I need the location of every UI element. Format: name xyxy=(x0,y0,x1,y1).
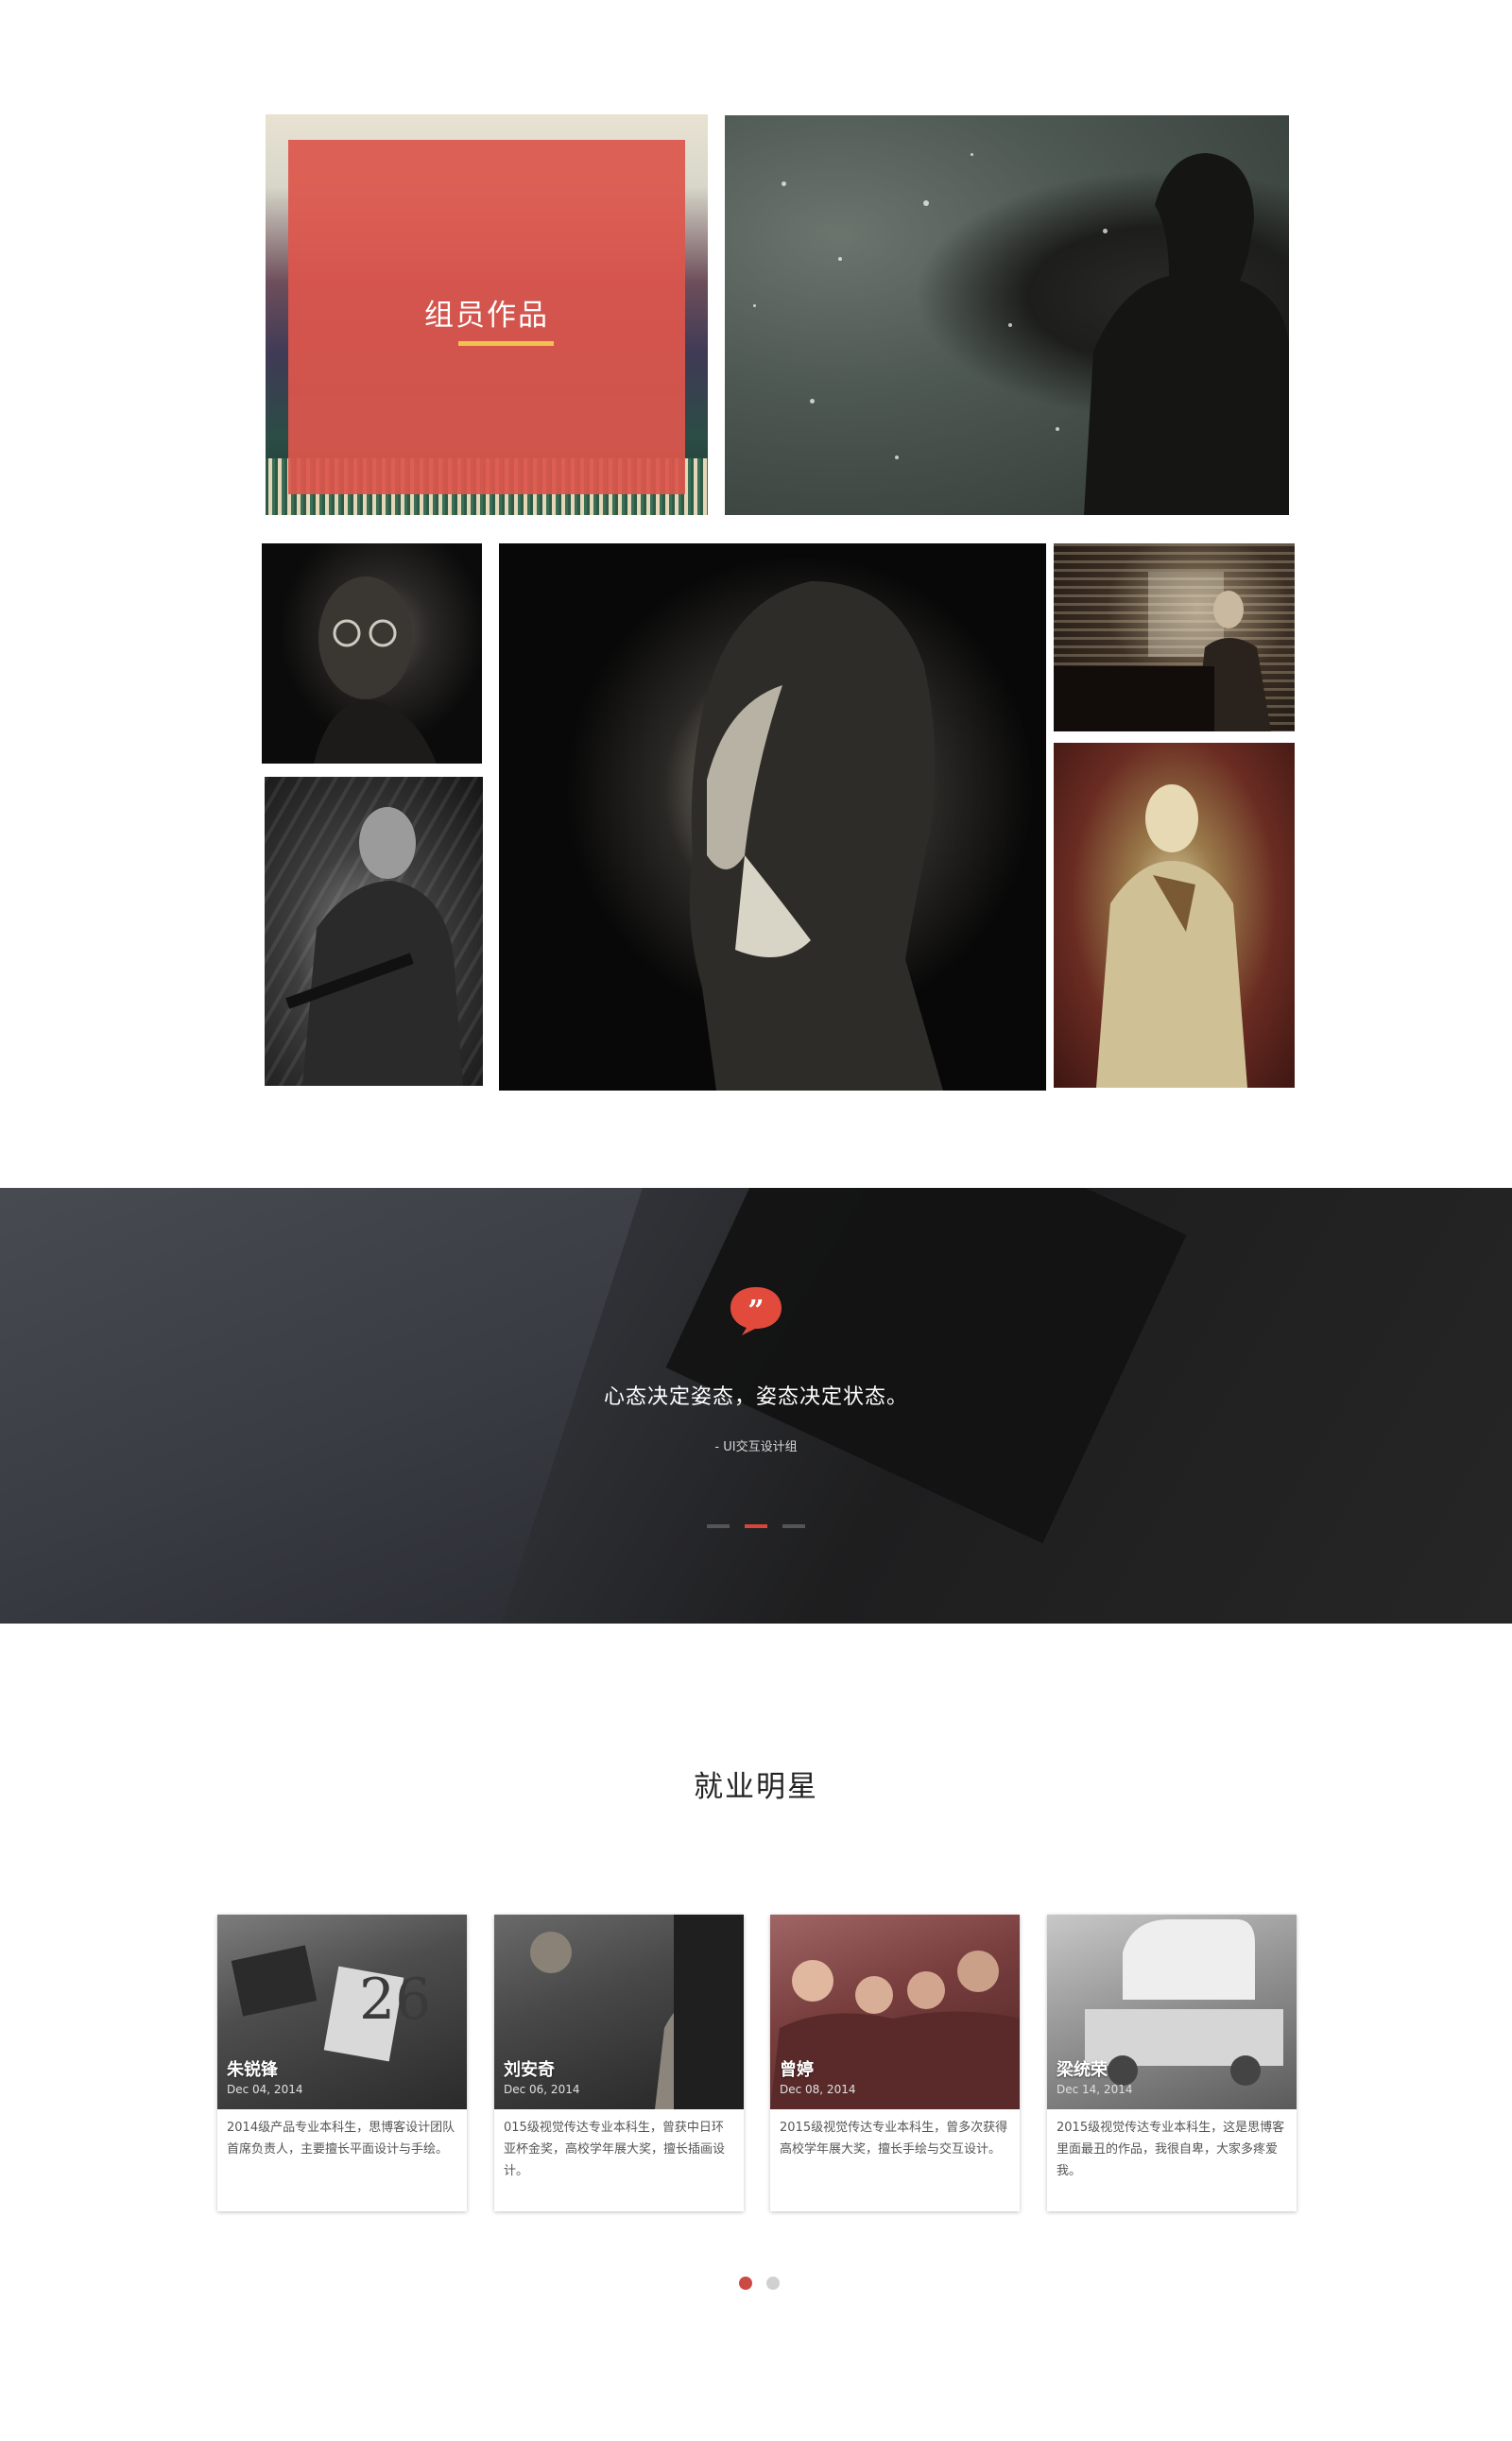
stars-pager-dot-2[interactable] xyxy=(766,2277,780,2290)
gallery-title-underline xyxy=(458,341,554,346)
star-description: 2015级视觉传达专业本科生，这是思博客里面最丑的作品，我很自卑，大家多疼爱我。 xyxy=(1057,2121,1285,2178)
star-date: Dec 04, 2014 xyxy=(227,2083,303,2096)
quote-slide-dot-2[interactable] xyxy=(745,1524,767,1528)
star-date: Dec 14, 2014 xyxy=(1057,2083,1133,2096)
star-description: 2015级视觉传达专业本科生，曾多次获得高校学年展大奖，擅长手绘与交互设计。 xyxy=(780,2121,1008,2157)
soldier-figure-silhouette xyxy=(285,807,463,1086)
man-in-snow-silhouette xyxy=(1084,153,1289,515)
star-date: Dec 06, 2014 xyxy=(504,2083,580,2096)
gallery-item-glasses-portrait[interactable] xyxy=(262,543,482,764)
star-card[interactable]: 梁统荣 Dec 14, 2014 2015级视觉传达专业本科生，这是思博客里面最… xyxy=(1047,1915,1297,2211)
banner-card-background xyxy=(665,1188,1187,1544)
stars-pager-dot-1[interactable] xyxy=(739,2277,752,2290)
star-description: 2014级产品专业本科生，思博客设计团队首席负责人，主要擅长平面设计与手绘。 xyxy=(227,2121,455,2157)
quote-slide-dot-1[interactable] xyxy=(707,1524,730,1528)
gold-figure-silhouette xyxy=(1096,784,1247,1088)
cover-red-panel: 组员作品 xyxy=(288,140,685,494)
quote-text: 心态决定姿态，姿态决定状态。 xyxy=(603,1385,908,1409)
star-description: 015级视觉传达专业本科生，曾获中日环亚杯金奖，高校学年展大奖，擅长插画设计。 xyxy=(504,2121,726,2178)
star-card[interactable]: 26 朱锐锋 Dec 04, 2014 2014级产品专业本科生，思博客设计团队… xyxy=(217,1915,467,2211)
glasses-figure-silhouette xyxy=(314,576,437,764)
svg-text:”: ” xyxy=(747,1295,764,1328)
star-name: 朱锐锋 xyxy=(227,2060,278,2080)
stars-section-title: 就业明星 xyxy=(694,1770,818,1804)
star-card-image: 刘安奇 Dec 06, 2014 xyxy=(494,1915,744,2109)
gallery-item-bearded-portrait[interactable] xyxy=(499,543,1046,1091)
bearded-man-silhouette xyxy=(689,581,943,1091)
star-name: 刘安奇 xyxy=(504,2060,555,2080)
quote-author: - UI交互设计组 xyxy=(714,1440,798,1454)
star-card[interactable]: 曾婷 Dec 08, 2014 2015级视觉传达专业本科生，曾多次获得高校学年… xyxy=(770,1915,1020,2211)
piano-figure-silhouette xyxy=(1054,572,1271,731)
star-card-image: 梁统荣 Dec 14, 2014 xyxy=(1047,1915,1297,2109)
star-name: 梁统荣 xyxy=(1057,2060,1108,2080)
star-card-image: 26 朱锐锋 Dec 04, 2014 xyxy=(217,1915,467,2109)
gallery-item-gold-figure[interactable] xyxy=(1054,743,1295,1088)
quote-slide-dot-3[interactable] xyxy=(782,1524,805,1528)
quote-bubble-icon: ” xyxy=(729,1285,783,1336)
gallery-item-soldier[interactable] xyxy=(265,777,483,1086)
star-card-image: 曾婷 Dec 08, 2014 xyxy=(770,1915,1020,2109)
svg-text:26: 26 xyxy=(359,1967,431,2033)
star-name: 曾婷 xyxy=(780,2060,814,2080)
star-date: Dec 08, 2014 xyxy=(780,2083,856,2096)
gallery-item-snow-scene[interactable] xyxy=(725,115,1289,515)
gallery-title: 组员作品 xyxy=(424,299,549,333)
star-card[interactable]: 刘安奇 Dec 06, 2014 015级视觉传达专业本科生，曾获中日环亚杯金奖… xyxy=(494,1915,744,2211)
gallery-item-piano[interactable] xyxy=(1054,543,1295,731)
works-cover-tile[interactable]: 组员作品 xyxy=(266,114,708,515)
